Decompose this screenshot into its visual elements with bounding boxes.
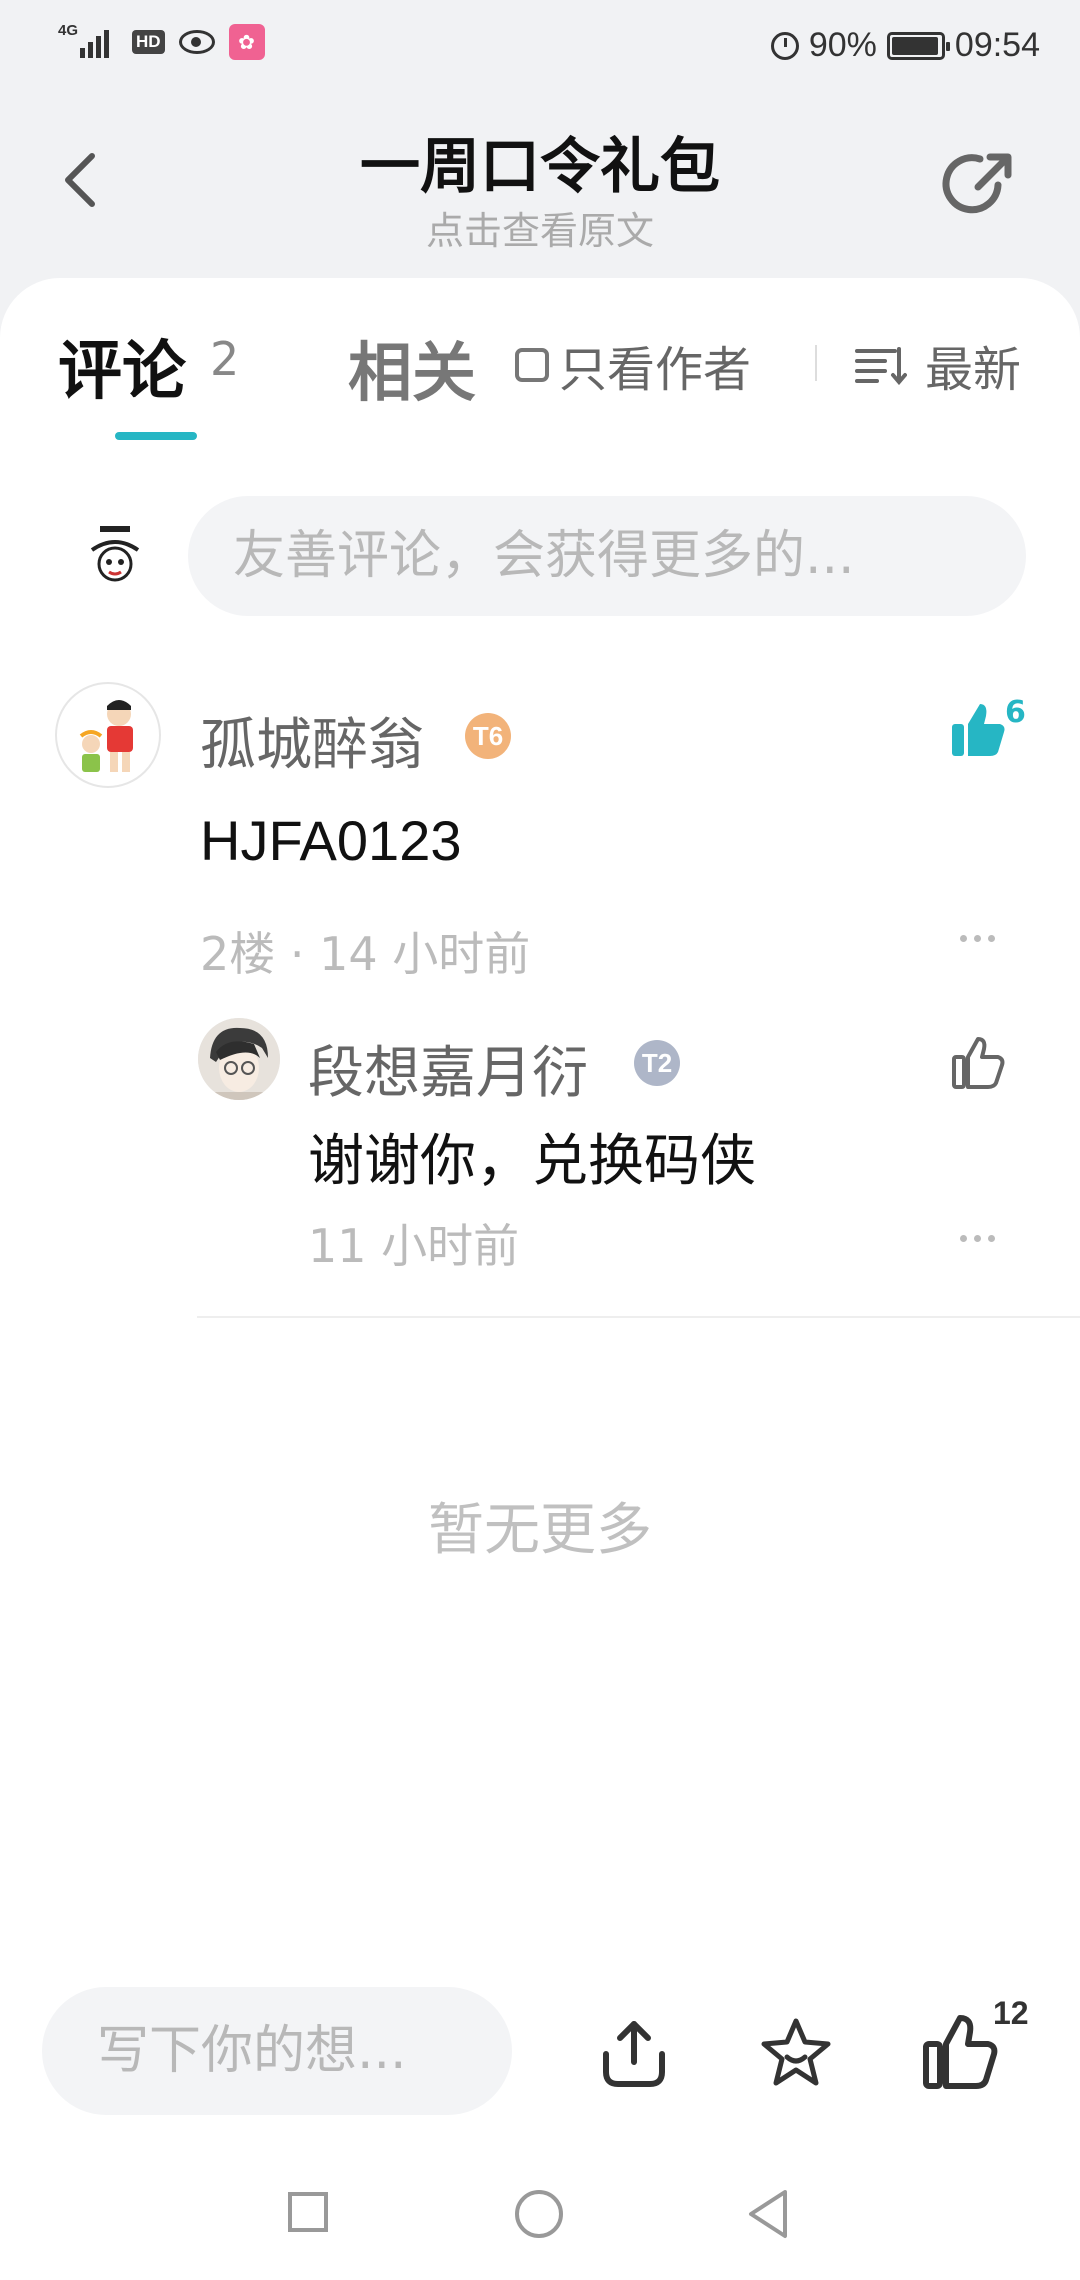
like-count: 6	[1005, 695, 1026, 730]
sort-icon	[855, 347, 907, 385]
my-avatar[interactable]	[80, 520, 150, 590]
alarm-icon	[770, 31, 799, 60]
more-options-icon[interactable]	[960, 1235, 995, 1242]
status-left: 4G HD ✿	[58, 22, 265, 62]
separator	[197, 1316, 1080, 1318]
comments-count: 2	[210, 332, 240, 386]
post-like-count: 12	[993, 1995, 1029, 2031]
nav-back-icon[interactable]	[745, 2188, 791, 2240]
sort-button[interactable]: 最新	[855, 330, 1021, 400]
tab-comments[interactable]: 评论	[58, 320, 186, 412]
level-badge: T6	[465, 713, 511, 759]
favorite-star-icon[interactable]	[758, 2015, 834, 2091]
avatar[interactable]	[198, 1018, 280, 1100]
status-right: 90% 09:54	[770, 26, 1040, 65]
reply-content: 谢谢你，兑换码侠	[308, 1129, 756, 1194]
external-share-icon[interactable]	[940, 145, 1020, 225]
battery-icon	[886, 31, 950, 60]
status-bar: 4G HD ✿ 90% 09:54	[0, 0, 1080, 90]
sort-label: 最新	[925, 342, 1022, 398]
write-comment-input[interactable]: 写下你的想...	[42, 1987, 512, 2115]
app-notification-icon: ✿	[228, 24, 265, 60]
tab-related[interactable]: 相关	[348, 322, 476, 414]
reply-avatar-image	[198, 1018, 280, 1100]
divider	[815, 345, 817, 381]
comment-username[interactable]: 孤城醉翁	[200, 700, 424, 781]
checkbox-icon[interactable]	[515, 348, 549, 382]
share-icon[interactable]	[598, 2018, 670, 2090]
avatar[interactable]	[55, 682, 161, 788]
active-tab-indicator	[115, 432, 197, 440]
thumbs-up-icon[interactable]	[950, 700, 1006, 760]
reply-meta: 11 小时前	[308, 1219, 520, 1273]
signal-icon: 4G	[58, 22, 118, 62]
more-options-icon[interactable]	[960, 935, 995, 942]
hd-badge: HD	[132, 30, 165, 54]
battery-percent: 90%	[808, 26, 877, 64]
thumbs-up-outline-icon[interactable]	[950, 1035, 1006, 1091]
user-avatar-image	[79, 700, 133, 772]
level-badge: T2	[634, 1040, 680, 1086]
page-title: 一周口令礼包	[360, 132, 720, 202]
home-icon[interactable]	[515, 2190, 563, 2238]
author-only-toggle[interactable]: 只看作者	[515, 330, 751, 400]
comment-meta: 2楼 · 14 小时前	[200, 927, 531, 981]
reply-username[interactable]: 段想嘉月衍	[308, 1028, 588, 1109]
like-icon[interactable]	[920, 2012, 1000, 2092]
recent-apps-icon[interactable]	[288, 2192, 328, 2232]
clock: 09:54	[954, 26, 1040, 64]
eye-comfort-icon	[178, 30, 215, 54]
comment-content: HJFA0123	[200, 809, 462, 872]
author-only-label: 只看作者	[559, 342, 752, 398]
comment-input[interactable]: 友善评论，会获得更多的...	[188, 496, 1026, 616]
no-more-text: 暂无更多	[428, 1498, 652, 1563]
network-type: 4G	[58, 22, 79, 39]
view-original-link[interactable]: 点击查看原文	[0, 200, 1080, 255]
